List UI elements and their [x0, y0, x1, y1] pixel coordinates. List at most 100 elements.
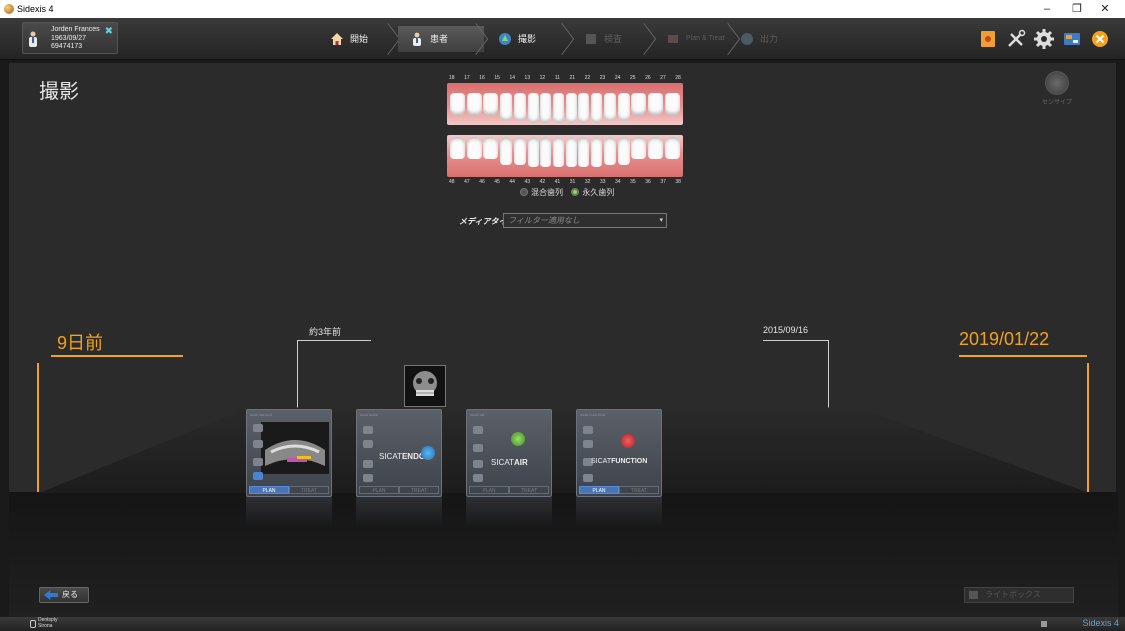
tooth-27[interactable]	[648, 93, 664, 115]
sensor-button[interactable]: センサイプ	[1037, 71, 1077, 106]
upper-jaw[interactable]	[447, 83, 683, 125]
tooth-24[interactable]	[603, 93, 616, 121]
tooth-25[interactable]	[617, 93, 630, 121]
permanent-dentition-radio[interactable]	[571, 188, 580, 196]
step-plan-treat[interactable]: Plan & Treat	[654, 22, 741, 56]
tooth-32[interactable]	[578, 137, 590, 167]
tooth-number: 34	[615, 179, 621, 185]
tooth-13[interactable]	[527, 93, 539, 123]
tooth-number: 43	[524, 179, 531, 185]
tooth-48[interactable]	[450, 137, 465, 159]
media-type-select[interactable]: フィルター適用なし ▾	[503, 213, 667, 228]
tooth-46[interactable]	[483, 137, 499, 159]
tooth-number: 33	[599, 179, 606, 185]
xray-thumbnail[interactable]	[404, 365, 446, 407]
lightbox-icon	[969, 591, 978, 599]
tooth-22[interactable]	[578, 93, 590, 123]
app-logo-icon	[4, 4, 14, 14]
tooth-11[interactable]	[553, 93, 565, 123]
tooth-44[interactable]	[513, 137, 526, 165]
tooth-21[interactable]	[565, 93, 577, 123]
mixed-dentition-radio[interactable]	[520, 188, 528, 196]
sicat-function-card[interactable]: SICAT FUNCTION SICATFUNCTION PLAN TREAT	[576, 409, 662, 497]
close-window-button[interactable]: ✕	[1094, 2, 1116, 16]
tooth-28[interactable]	[664, 93, 680, 115]
screen-layout-icon[interactable]	[1061, 28, 1083, 50]
card-name-prefix: SICAT	[379, 452, 402, 461]
chevron-down-icon: ▾	[659, 217, 663, 224]
card-plan-treat: PLAN TREAT	[249, 486, 329, 494]
card-header: SICAT FUNCTION	[580, 413, 605, 417]
step-patient[interactable]: 患者	[398, 22, 489, 56]
step-examine[interactable]: 検査	[572, 22, 657, 56]
tooth-37[interactable]	[648, 137, 664, 159]
tooth-35[interactable]	[617, 137, 630, 165]
treat-button[interactable]: TREAT	[289, 486, 329, 494]
patient-name: Jorden Frances	[51, 26, 100, 33]
step-patient-label: 患者	[430, 34, 449, 44]
back-label: 戻る	[62, 590, 78, 599]
tooth-12[interactable]	[540, 93, 552, 123]
step-capture[interactable]: 撮影	[486, 22, 575, 56]
step-start[interactable]: 開始	[318, 22, 401, 56]
dentsply-logo-icon	[30, 620, 36, 628]
tooth-number: 48	[449, 179, 455, 185]
tooth-18[interactable]	[450, 93, 465, 115]
sicat-endo-card[interactable]: SICAT ENDO SICATENDO PLAN TREAT	[356, 409, 442, 497]
notebook-icon[interactable]	[977, 28, 999, 50]
exit-icon[interactable]	[1089, 28, 1111, 50]
card-plan-treat: PLAN TREAT	[469, 486, 549, 494]
plan-button[interactable]: PLAN	[579, 486, 619, 494]
timeline-right-edge	[1087, 363, 1089, 495]
patient-birthdate: 1963/09/27	[51, 34, 87, 42]
tooth-number: 42	[539, 179, 546, 185]
tooth-number: 11	[554, 75, 560, 81]
tooth-26[interactable]	[631, 93, 647, 115]
plan-button[interactable]: PLAN	[249, 486, 289, 494]
treat-button[interactable]: TREAT	[509, 486, 549, 494]
tooth-45[interactable]	[500, 137, 513, 165]
card-name-prefix: SICAT	[491, 458, 514, 467]
step-capture-label: 撮影	[518, 34, 537, 44]
lower-jaw[interactable]	[447, 135, 683, 177]
tooth-42[interactable]	[540, 137, 552, 167]
tooth-36[interactable]	[631, 137, 647, 159]
treat-button[interactable]: TREAT	[399, 486, 439, 494]
status-bar: Dentsply Sirona Sidexis 4	[0, 617, 1125, 631]
timeline-left-bar	[51, 355, 183, 357]
minimize-button[interactable]: –	[1036, 2, 1058, 16]
app-mark-icon	[1041, 621, 1047, 627]
tooth-43[interactable]	[527, 137, 539, 167]
tooth-38[interactable]	[664, 137, 680, 159]
tooth-31[interactable]	[565, 137, 577, 167]
tooth-14[interactable]	[513, 93, 526, 121]
tools-icon[interactable]	[1005, 28, 1027, 50]
tooth-17[interactable]	[466, 93, 482, 115]
tooth-number: 13	[524, 75, 531, 81]
tooth-34[interactable]	[603, 137, 616, 165]
timeline-left-date: 9日前	[57, 333, 104, 353]
media-type-value: フィルター適用なし	[508, 216, 580, 225]
tooth-number: 26	[645, 75, 651, 81]
tooth-16[interactable]	[483, 93, 499, 115]
output-icon	[741, 33, 753, 45]
tooth-41[interactable]	[553, 137, 565, 167]
patient-card[interactable]: Jorden Frances 1963/09/27 69474173 ✖	[22, 22, 118, 54]
tooth-15[interactable]	[500, 93, 513, 121]
gear-icon[interactable]	[1033, 28, 1055, 50]
lightbox-button[interactable]: ライトボックス	[964, 587, 1074, 603]
sicat-air-card[interactable]: SICAT AIR SICATAIR PLAN TREAT	[466, 409, 552, 497]
step-examine-label: 検査	[604, 34, 623, 44]
plan-button[interactable]: PLAN	[359, 486, 399, 494]
tooth-47[interactable]	[466, 137, 482, 159]
tooth-23[interactable]	[591, 93, 603, 123]
step-output[interactable]: 出力	[728, 26, 812, 52]
plan-button[interactable]: PLAN	[469, 486, 509, 494]
back-button[interactable]: 戻る	[39, 587, 89, 603]
close-patient-icon[interactable]: ✖	[105, 26, 113, 37]
sicat-implant-card[interactable]: SICAT IMPLANT PLAN TREAT	[246, 409, 332, 497]
maximize-button[interactable]: ❐	[1066, 2, 1088, 16]
tooth-33[interactable]	[591, 137, 603, 167]
treat-button[interactable]: TREAT	[619, 486, 659, 494]
tooth-chart[interactable]: 18 17 16 15 14 13 12 11 21 22 23 24 25 26 27 28 48 47 46 4…	[447, 75, 683, 185]
